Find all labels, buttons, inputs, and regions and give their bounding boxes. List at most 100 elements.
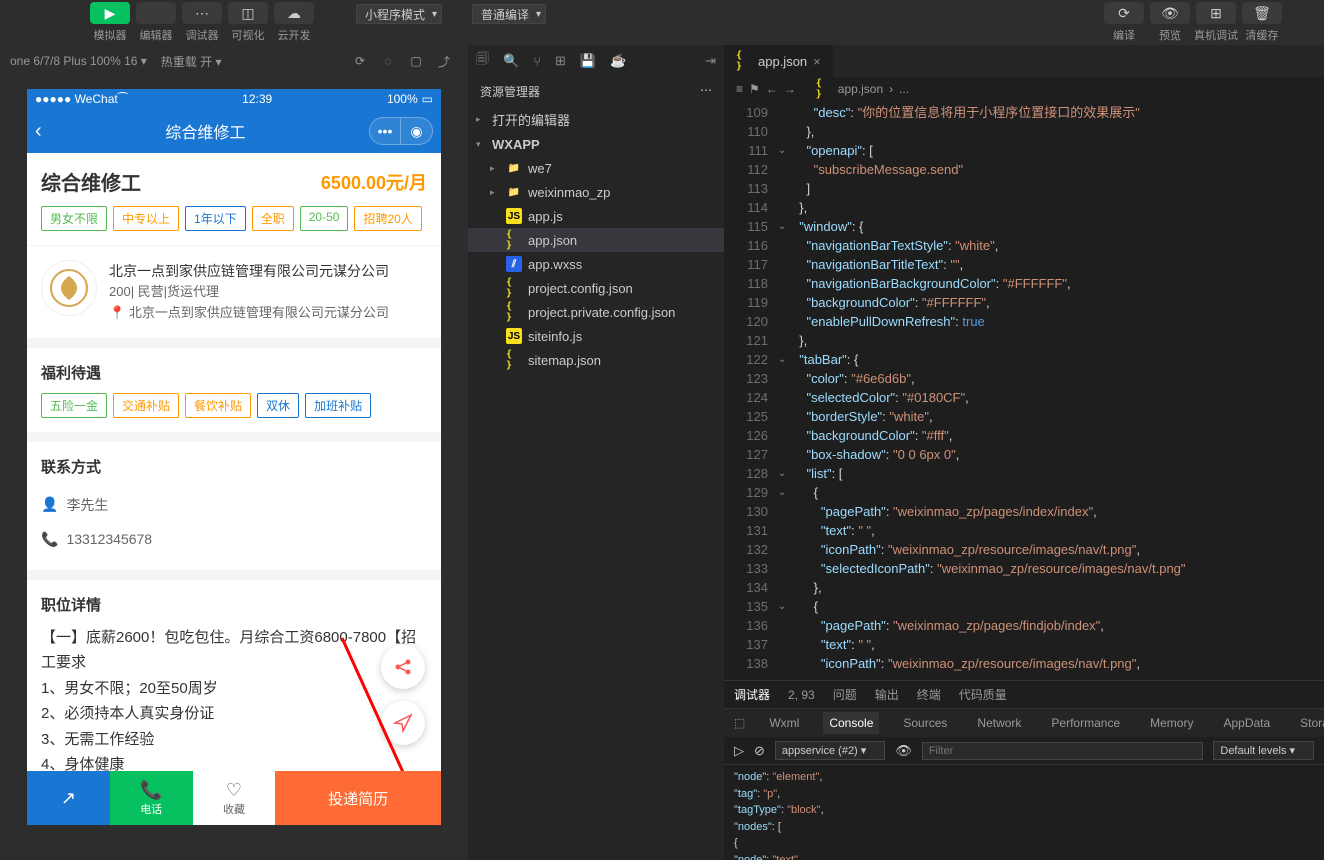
locate-float-button[interactable] — [381, 701, 425, 745]
toolbar-预览[interactable]: 👁预览 — [1148, 2, 1192, 43]
debugger-panel: 调试器 2, 93 问题 输出 终端 代码质量 ⬚ Wxml Console Sources N… — [724, 680, 1324, 860]
welfare-tag: 交通补贴 — [113, 393, 179, 418]
job-tag: 1年以下 — [185, 206, 246, 231]
submit-resume-button[interactable]: 投递简历 — [275, 771, 441, 825]
git-tab-icon[interactable]: ⑂ — [533, 54, 541, 69]
toolbar-可视化[interactable]: ◫可视化 — [226, 2, 270, 43]
hotreload-toggle[interactable]: 热重载 开 ▾ — [161, 53, 222, 70]
devtool-tab-Console[interactable]: Console — [823, 712, 879, 734]
welfare-tag: 双休 — [257, 393, 299, 418]
back-icon[interactable]: ‹ — [35, 120, 42, 143]
compile-dropdown[interactable]: 普通编译 — [472, 4, 546, 24]
editor-tab-appjson[interactable]: { } app.json × — [724, 45, 833, 77]
search-tab-icon[interactable]: 🔍 — [503, 53, 519, 69]
collapse-icon[interactable]: ⇥ — [705, 53, 716, 69]
toolbar-调试器[interactable]: ⋯调试器 — [180, 2, 224, 43]
devtool-tab-Memory[interactable]: Memory — [1144, 712, 1199, 734]
contact-title: 联系方式 — [41, 456, 427, 477]
popout-icon[interactable]: ⤴ — [430, 53, 458, 70]
devtool-tab-Storage[interactable]: Storage — [1294, 712, 1324, 734]
editor-tabs: { } app.json × — [724, 45, 1324, 77]
nav-back-icon[interactable]: ≡ — [736, 82, 743, 96]
phone-icon: 📞 — [41, 531, 58, 548]
simulator-panel: one 6/7/8 Plus 100% 16 ▾ 热重载 开 ▾ ⟳ ◌ ▢ ⤴… — [0, 45, 468, 860]
clear-icon[interactable]: ⊘ — [754, 743, 765, 759]
toolbar-清缓存[interactable]: 🗑清缓存 — [1240, 2, 1284, 43]
contact-phone: 13312345678 — [66, 531, 152, 547]
ext-tab-icon[interactable]: ⊞ — [555, 53, 566, 69]
dbg-tab-调试器[interactable]: 调试器 — [734, 686, 770, 703]
refresh-icon[interactable]: ⟳ — [346, 54, 374, 68]
nav-prev-icon[interactable]: ← — [766, 82, 778, 96]
close-capsule[interactable]: ◉ — [401, 117, 433, 145]
device-selector[interactable]: one 6/7/8 Plus 100% 16 ▾ — [10, 54, 147, 68]
job-tag: 20-50 — [300, 206, 349, 231]
device-icon[interactable]: ▢ — [402, 54, 430, 68]
devtool-tab-Sources[interactable]: Sources — [897, 712, 953, 734]
stop-icon[interactable]: ◌ — [374, 54, 402, 68]
levels-selector[interactable]: Default levels ▾ — [1213, 741, 1314, 760]
toolbar-真机调试[interactable]: ⊞真机调试 — [1194, 2, 1238, 43]
breadcrumb[interactable]: ≡ ⚑ ← → { } app.json›... — [724, 77, 1324, 101]
tree-item-sitemap.json[interactable]: { }sitemap.json — [468, 348, 724, 372]
project-root[interactable]: ▾WXAPP — [468, 133, 724, 156]
page-title: 综合维修工 — [42, 119, 369, 143]
open-editors-section[interactable]: ▸打开的编辑器 — [468, 106, 724, 133]
mode-dropdown[interactable]: 小程序模式 — [356, 4, 442, 24]
call-button[interactable]: 📞电话 — [110, 771, 193, 825]
tree-item-app.wxss[interactable]: ⫽app.wxss — [468, 252, 724, 276]
job-salary: 6500.00元/月 — [321, 169, 427, 195]
favorite-button[interactable]: ♡收藏 — [193, 771, 276, 825]
dbg-tab-代码质量[interactable]: 代码质量 — [959, 686, 1007, 703]
phone-simulator: ●●●●● WeChat⁀ 12:39 100% ▭ ‹ 综合维修工 ••• ◉ — [27, 89, 441, 825]
nav-next-icon[interactable]: → — [784, 82, 796, 96]
tree-item-we7[interactable]: ▸📁we7 — [468, 156, 724, 180]
tree-item-app.json[interactable]: { }app.json — [468, 228, 724, 252]
company-logo — [41, 260, 97, 316]
company-name: 北京一点到家供应链管理有限公司元谋分公司 — [109, 260, 427, 282]
dbg-tab-输出[interactable]: 输出 — [875, 686, 899, 703]
tree-item-project.private.config.json[interactable]: { }project.private.config.json — [468, 300, 724, 324]
status-bar: ●●●●● WeChat⁀ 12:39 100% ▭ — [27, 89, 441, 109]
context-selector[interactable]: appservice (#2) ▾ — [775, 741, 885, 760]
top-toolbar: ▶模拟器编辑器⋯调试器◫可视化☁云开发 小程序模式 普通编译 ⟳编译👁预览⊞真机… — [0, 0, 1324, 45]
company-meta: 200| 民营|货运代理 — [109, 282, 427, 303]
explorer-tab-icon[interactable]: 🗐 — [476, 50, 489, 72]
toolbar-云开发[interactable]: ☁云开发 — [272, 2, 316, 43]
tree-item-project.config.json[interactable]: { }project.config.json — [468, 276, 724, 300]
toolbar-编辑器[interactable]: 编辑器 — [134, 2, 178, 43]
dbg-tab-问题[interactable]: 问题 — [833, 686, 857, 703]
toolbar-编译[interactable]: ⟳编译 — [1102, 2, 1146, 43]
welfare-tag: 五险一金 — [41, 393, 107, 418]
devtool-tab-Performance[interactable]: Performance — [1045, 712, 1126, 734]
devtool-tab-Wxml[interactable]: Wxml — [763, 712, 805, 734]
devtool-tab-AppData[interactable]: AppData — [1217, 712, 1276, 734]
eye-icon[interactable]: 👁 — [895, 743, 912, 759]
devtool-tab-Network[interactable]: Network — [971, 712, 1027, 734]
tea-tab-icon[interactable]: ☕ — [610, 53, 626, 69]
dbg-tab-2, 93[interactable]: 2, 93 — [788, 688, 815, 702]
play-icon[interactable]: ▷ — [734, 743, 744, 759]
inspect-icon[interactable]: ⬚ — [734, 716, 745, 730]
share-button[interactable]: ↗ — [27, 771, 110, 825]
filter-input[interactable] — [922, 742, 1204, 760]
share-float-button[interactable] — [381, 645, 425, 689]
tree-item-siteinfo.js[interactable]: JSsiteinfo.js — [468, 324, 724, 348]
dbg-tab-终端[interactable]: 终端 — [917, 686, 941, 703]
job-tag: 男女不限 — [41, 206, 107, 231]
more-icon[interactable]: ⋯ — [700, 83, 712, 100]
code-editor[interactable]: 1091101111121131141151161171181191201211… — [724, 101, 1324, 680]
welfare-tag: 餐饮补贴 — [185, 393, 251, 418]
company-addr: 📍 北京一点到家供应链管理有限公司元谋分公司 — [109, 303, 427, 324]
save-tab-icon[interactable]: 💾 — [580, 53, 596, 69]
close-tab-icon[interactable]: × — [813, 54, 821, 69]
person-icon: 👤 — [41, 496, 58, 513]
welfare-title: 福利待遇 — [41, 362, 427, 383]
json-icon: { } — [736, 53, 752, 69]
nav-bar: ‹ 综合维修工 ••• ◉ — [27, 109, 441, 153]
toolbar-模拟器[interactable]: ▶模拟器 — [88, 2, 132, 43]
menu-capsule[interactable]: ••• — [369, 117, 401, 145]
tree-item-app.js[interactable]: JSapp.js — [468, 204, 724, 228]
nav-bookmark-icon[interactable]: ⚑ — [749, 82, 760, 96]
tree-item-weixinmao_zp[interactable]: ▸📁weixinmao_zp — [468, 180, 724, 204]
